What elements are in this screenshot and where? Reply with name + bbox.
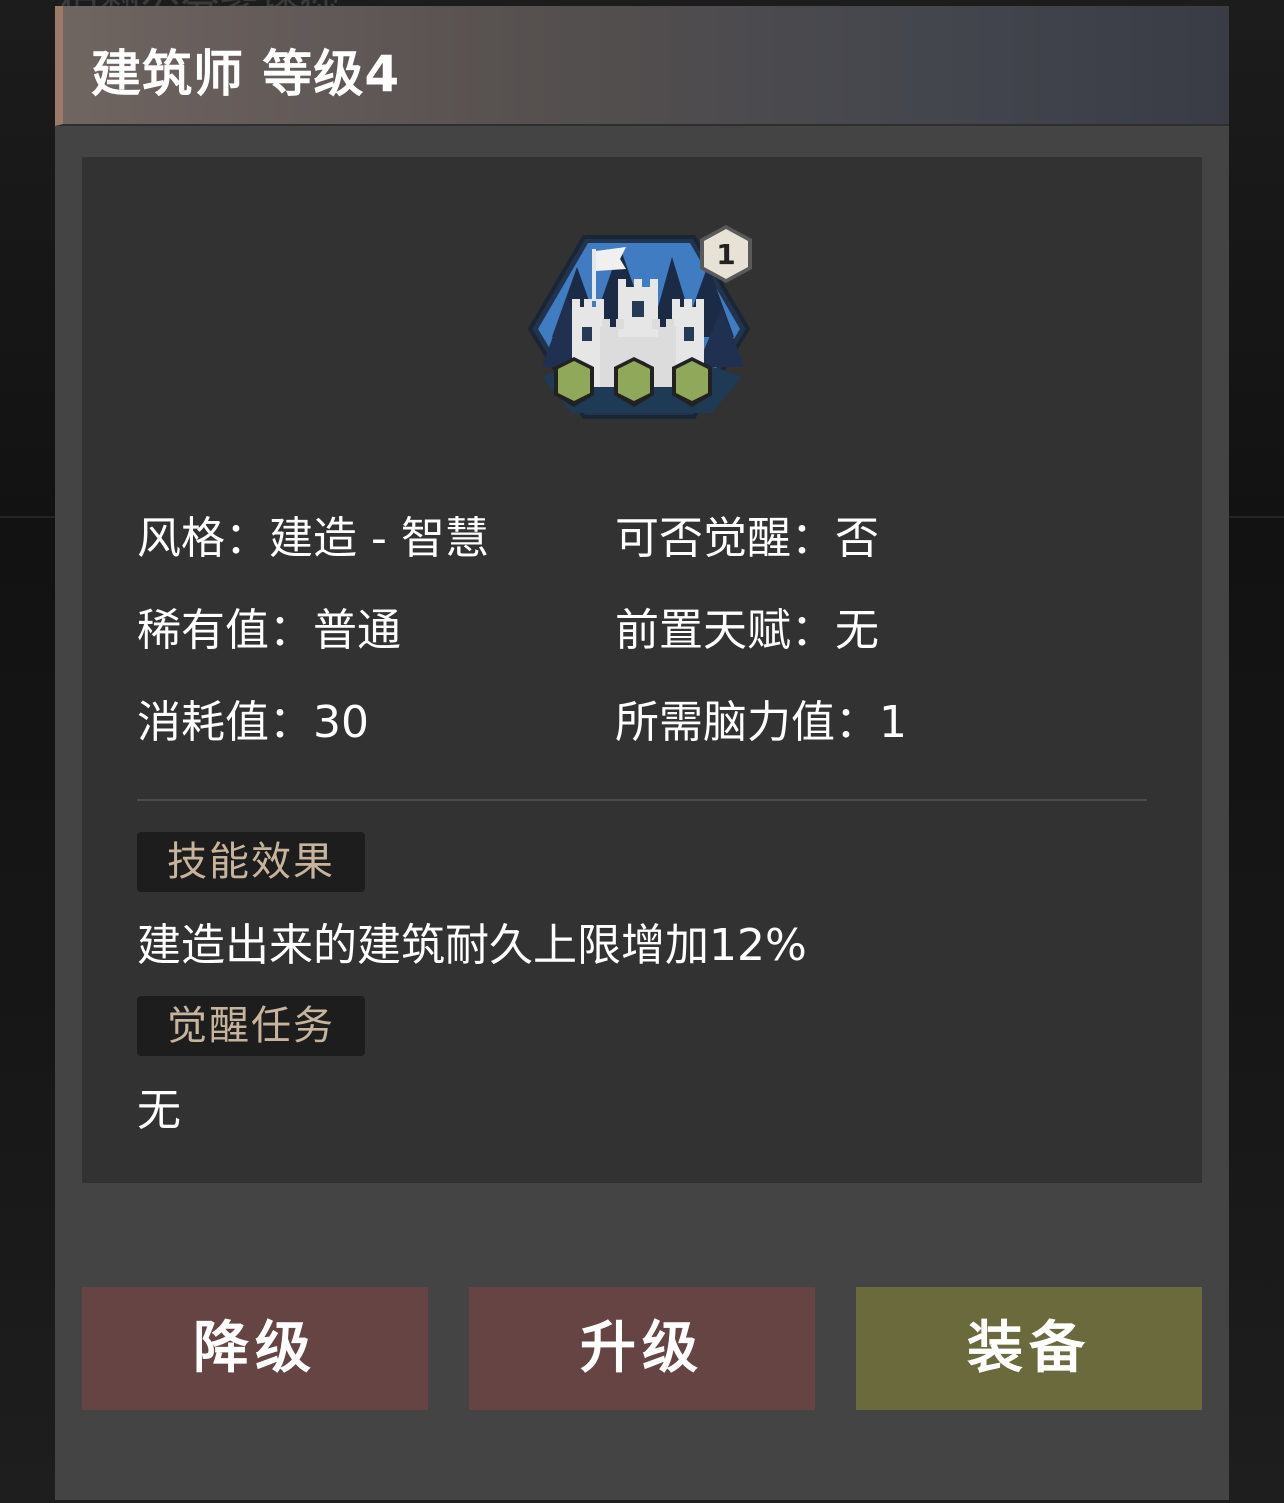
effect-text: 建造出来的建筑耐久上限增加12% — [137, 920, 807, 971]
cost-value: 30 — [313, 697, 369, 748]
awaken-task-text: 无 — [137, 1085, 181, 1136]
awaken-task-tag: 觉醒任务 — [137, 996, 365, 1056]
skill-info-box: 1 风格：建造 - 智慧 可否觉醒：否 稀有值：普通 前置天赋：无 消耗值：30 — [82, 157, 1202, 1183]
level-badge-text: 1 — [716, 238, 735, 271]
skill-title: 建筑师 等级4 — [91, 45, 401, 103]
style-stat: 风格：建造 - 智慧 — [137, 502, 489, 566]
rarity-value: 普通 — [313, 605, 401, 656]
style-label: 风格： — [137, 513, 269, 564]
prereq-value: 无 — [835, 605, 879, 656]
skill-detail-panel: 建筑师 等级4 1 风格：建造 - 智慧 可否觉醒：否 稀有值：普通 前置天赋：… — [55, 6, 1229, 1500]
awaken-stat: 可否觉醒：否 — [615, 502, 879, 566]
slot-hexes — [554, 357, 712, 407]
awaken-label: 可否觉醒： — [615, 513, 835, 564]
stats-divider — [137, 799, 1147, 801]
title-bar: 建筑师 等级4 — [55, 6, 1229, 126]
equip-button[interactable]: 装备 — [856, 1287, 1202, 1410]
cost-label: 消耗值： — [137, 697, 313, 748]
brain-value: 1 — [879, 697, 907, 748]
downgrade-button[interactable]: 降级 — [82, 1287, 428, 1410]
cost-stat: 消耗值：30 — [137, 686, 369, 750]
upgrade-button[interactable]: 升级 — [469, 1287, 815, 1410]
castle-skill-icon: 1 — [527, 225, 752, 419]
rarity-label: 稀有值： — [137, 605, 313, 656]
effect-tag: 技能效果 — [137, 832, 365, 892]
prereq-label: 前置天赋： — [615, 605, 835, 656]
style-value: 建造 - 智慧 — [269, 513, 489, 564]
brain-stat: 所需脑力值：1 — [615, 686, 907, 750]
prereq-stat: 前置天赋：无 — [615, 594, 879, 658]
awaken-value: 否 — [835, 513, 879, 564]
rarity-stat: 稀有值：普通 — [137, 594, 401, 658]
brain-label: 所需脑力值： — [615, 697, 879, 748]
